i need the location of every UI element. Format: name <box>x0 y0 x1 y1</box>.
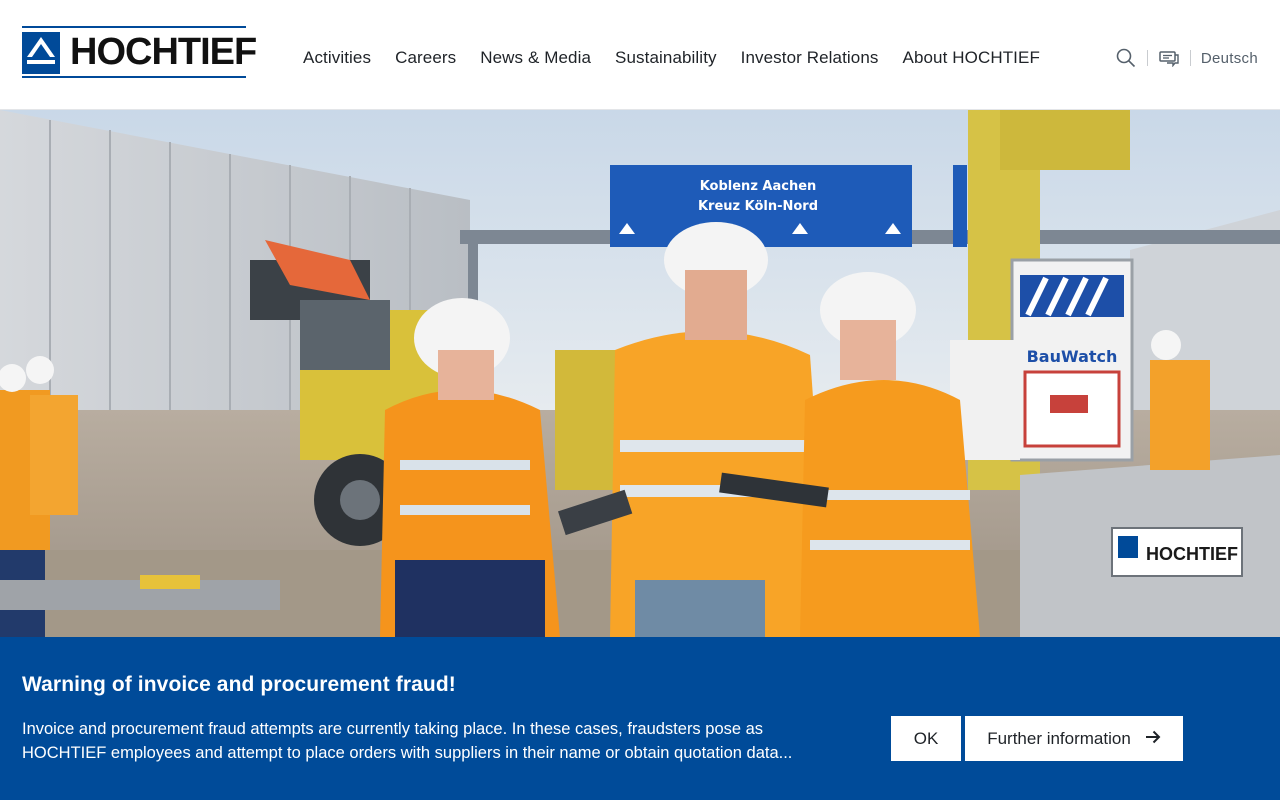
logo-rule-bottom <box>22 76 246 78</box>
logo-wordmark: HOCHTIEF <box>70 31 257 73</box>
nav-item-investor-relations[interactable]: Investor Relations <box>741 46 879 70</box>
divider <box>1189 50 1191 66</box>
main-nav: Activities Careers News & Media Sustaina… <box>303 46 1040 70</box>
fraud-warning-banner: Warning of invoice and procurement fraud… <box>0 637 1280 800</box>
further-information-button[interactable]: Further information <box>965 716 1183 761</box>
language-switch[interactable]: Deutsch <box>1201 50 1258 67</box>
further-information-label: Further information <box>987 728 1131 748</box>
nav-item-activities[interactable]: Activities <box>303 46 371 70</box>
banner-title: Warning of invoice and procurement fraud… <box>22 673 456 696</box>
banner-text: Invoice and procurement fraud attempts a… <box>22 720 793 762</box>
nav-item-about[interactable]: About HOCHTIEF <box>903 46 1040 70</box>
site-header: HOCHTIEF Activities Careers News & Media… <box>0 0 1280 110</box>
logo-mark-icon <box>22 32 60 74</box>
nav-item-news-media[interactable]: News & Media <box>480 46 591 70</box>
nav-item-careers[interactable]: Careers <box>395 46 456 70</box>
hero-image: Koblenz Aachen Kreuz Köln-Nord BauWatch … <box>0 110 1280 637</box>
chat-icon[interactable] <box>1158 47 1180 69</box>
ok-button[interactable]: OK <box>891 716 961 761</box>
hochtief-logo[interactable]: HOCHTIEF <box>22 26 257 78</box>
arrow-right-icon <box>1145 729 1161 749</box>
nav-item-sustainability[interactable]: Sustainability <box>615 46 717 70</box>
sign-line-1: Koblenz Aachen <box>700 179 817 194</box>
bauwatch-text: BauWatch <box>1027 347 1118 366</box>
sign-line-2: Kreuz Köln-Nord <box>698 199 818 214</box>
box-logo-text: HOCHTIEF <box>1146 544 1238 564</box>
header-tools: Deutsch <box>1115 47 1258 69</box>
divider <box>1146 50 1148 66</box>
search-icon[interactable] <box>1115 47 1137 69</box>
logo-rule-top <box>22 26 246 28</box>
